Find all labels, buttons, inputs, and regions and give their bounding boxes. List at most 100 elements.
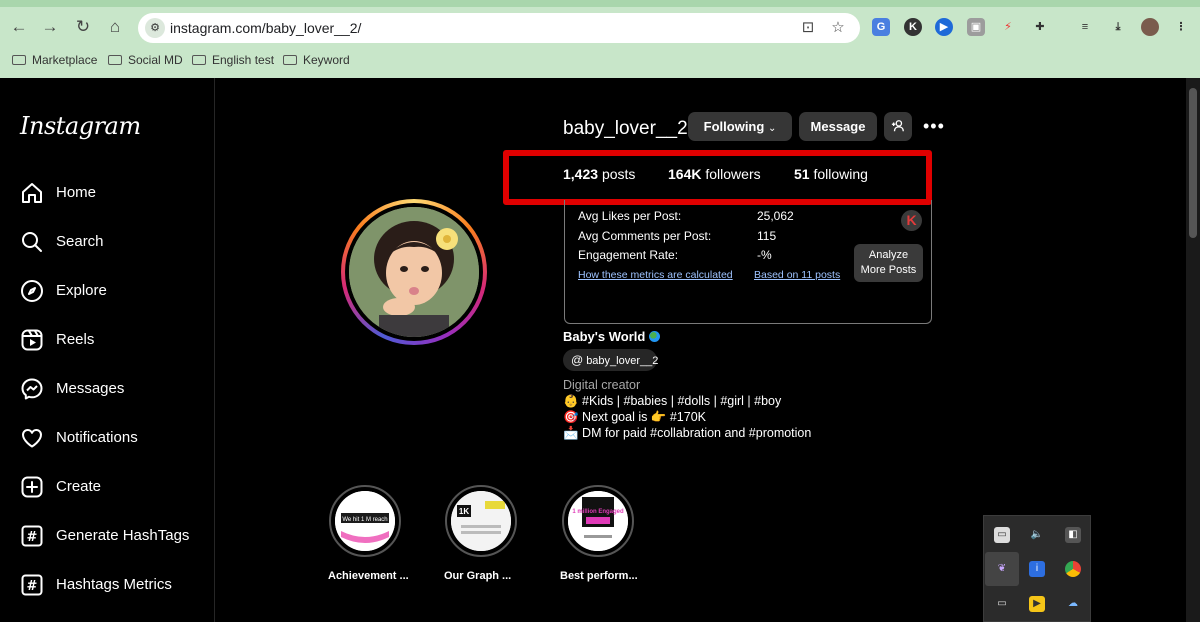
sidebar-item-reels[interactable]: Reels [20, 326, 210, 354]
sidebar-item-search[interactable]: Search [20, 228, 210, 256]
cloud-icon[interactable]: ☁ [1065, 596, 1081, 612]
add-person-icon [891, 120, 904, 132]
bookmark-english-test[interactable]: English test [192, 53, 274, 69]
display-icon[interactable]: ▭ [994, 596, 1010, 612]
sidebar-item-messages[interactable]: Messages [20, 375, 210, 403]
play-extension-icon[interactable]: ▶ [935, 18, 953, 36]
svg-text:#: # [27, 579, 38, 594]
sidebar-item-home[interactable]: Home [20, 179, 210, 207]
k-extension-icon[interactable]: K [904, 18, 922, 36]
avg-comments-value: 115 [757, 229, 777, 243]
svg-text:We hit 1 M reach: We hit 1 M reach [342, 517, 387, 523]
sidebar-item-generate-hashtags[interactable]: # Generate HashTags [20, 522, 210, 550]
message-button[interactable]: Message [799, 112, 877, 141]
analyze-more-posts-button[interactable]: Analyze More Posts [854, 244, 923, 282]
search-icon [22, 232, 42, 252]
svg-text:#: # [27, 530, 38, 545]
menu-kebab-icon[interactable]: ⋮ [1172, 18, 1190, 36]
bookmark-marketplace[interactable]: Marketplace [12, 53, 97, 69]
sidebar-item-label: Reels [56, 331, 95, 348]
bookmark-star-icon[interactable]: ☆ [828, 18, 848, 38]
media-icon[interactable]: ▶ [1029, 596, 1045, 612]
sidebar-item-label: Create [56, 478, 102, 495]
feather-icon[interactable]: ❦ [994, 561, 1010, 577]
scrollbar-thumb[interactable] [1189, 88, 1197, 238]
sidebar-item-label: Explore [56, 282, 107, 299]
battery-icon[interactable]: ▭ [994, 527, 1010, 543]
sidebar-item-create[interactable]: Create [20, 473, 210, 501]
reading-list-icon[interactable]: ≡ [1076, 18, 1094, 36]
bookmark-social-md[interactable]: Social MD [108, 53, 183, 69]
heart-icon [22, 429, 42, 448]
globe-icon [649, 331, 661, 342]
following-button[interactable]: Following ⌄ [688, 112, 792, 141]
story-highlight-best-performance[interactable]: 1 million Engaged [562, 485, 634, 557]
bookmark-keyword[interactable]: Keyword [283, 53, 350, 69]
bio-line: 👶 #Kids | #babies | #dolls | #girl | #bo… [563, 394, 782, 408]
metrics-calculation-link[interactable]: How these metrics are calculated [578, 269, 733, 281]
chrome-icon[interactable] [1065, 561, 1081, 577]
volume-icon[interactable]: 🔈 [1029, 527, 1045, 543]
messenger-icon [21, 378, 43, 400]
home-button[interactable]: ⌂ [104, 16, 126, 38]
bolt-extension-icon[interactable]: ⚡ [999, 18, 1017, 36]
avg-likes-value: 25,062 [757, 209, 794, 223]
instagram-logo[interactable]: Instagram [20, 112, 141, 140]
folder-icon [108, 55, 122, 65]
followers-link[interactable]: 164K followers [668, 166, 761, 182]
hashtag-icon: # [21, 574, 43, 596]
page-scrollbar[interactable] [1186, 78, 1200, 622]
based-on-posts-link[interactable]: Based on 11 posts [754, 269, 840, 281]
threads-badge[interactable]: @ baby_lover__2 [563, 349, 658, 371]
profile-avatar-story-ring[interactable] [341, 199, 487, 345]
highlight-label: Best perform... [560, 570, 638, 582]
screenshot-extension-icon[interactable]: ▣ [967, 18, 985, 36]
k-extension-badge-icon[interactable]: K [901, 210, 922, 231]
profile-full-name: Baby's World [563, 329, 661, 344]
reload-button[interactable]: ↻ [72, 16, 94, 38]
forward-button[interactable]: → [39, 16, 61, 38]
compass-icon [21, 280, 43, 302]
avg-likes-label: Avg Likes per Post: [578, 209, 682, 223]
following-link[interactable]: 51 following [794, 166, 868, 182]
story-highlight-achievement[interactable]: We hit 1 M reach [329, 485, 401, 557]
reels-icon [21, 329, 43, 351]
story-highlight-graph[interactable]: 1K [445, 485, 517, 557]
info-icon[interactable]: i [1029, 561, 1045, 577]
engagement-rate-label: Engagement Rate: [578, 248, 679, 262]
sidebar: Instagram Home Search Explore Reels Mess… [0, 78, 215, 622]
address-bar[interactable]: ⚙ instagram.com/baby_lover__2/ ⊡ ☆ [138, 13, 860, 43]
add-person-button[interactable] [884, 112, 912, 141]
chevron-down-icon: ⌄ [767, 123, 777, 134]
download-icon[interactable]: ⤓ [1109, 18, 1127, 36]
system-tray-overflow: ▭ 🔈 ◧ ❦ i ▭ ▶ ☁ [983, 515, 1091, 622]
avg-comments-label: Avg Comments per Post: [578, 229, 712, 243]
sidebar-item-notifications[interactable]: Notifications [20, 424, 210, 452]
sidebar-item-label: Notifications [56, 429, 138, 446]
profile-avatar[interactable] [1141, 18, 1159, 36]
sidebar-item-explore[interactable]: Explore [20, 277, 210, 305]
install-app-icon[interactable]: ⊡ [798, 18, 818, 38]
profile-username: baby_lover__2 [563, 118, 688, 139]
translate-extension-icon[interactable]: G [872, 18, 890, 36]
folder-icon [192, 55, 206, 65]
sidebar-item-label: Home [56, 184, 97, 201]
plus-square-icon [21, 476, 43, 498]
highlight-cover: 1K [451, 491, 511, 551]
highlight-cover: We hit 1 M reach [335, 491, 395, 551]
folder-icon [12, 55, 26, 65]
back-button[interactable]: ← [8, 16, 30, 38]
more-options-icon[interactable]: ••• [923, 116, 945, 137]
sidebar-item-hashtags-metrics[interactable]: # Hashtags Metrics [20, 571, 210, 599]
profile-category: Digital creator [563, 378, 641, 392]
svg-text:1 million Engaged: 1 million Engaged [572, 509, 624, 515]
svg-text:1K: 1K [459, 507, 469, 516]
site-info-icon[interactable]: ⚙ [145, 18, 165, 38]
puzzle-extensions-icon[interactable]: ✚ [1031, 18, 1049, 36]
url-text: instagram.com/baby_lover__2/ [170, 20, 362, 36]
profile-photo [349, 207, 479, 337]
highlight-label: Our Graph ... [444, 570, 512, 582]
app-tray-icon[interactable]: ◧ [1065, 527, 1081, 543]
bio-line: 📩 DM for paid #collabration and #promoti… [563, 426, 812, 440]
tab-strip [0, 0, 1200, 7]
